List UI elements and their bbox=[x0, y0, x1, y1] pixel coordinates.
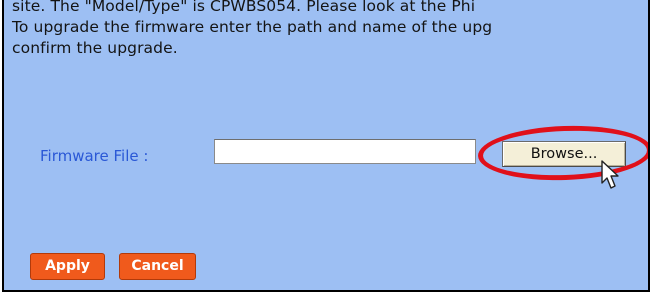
instructions-line: To upgrade the firmware enter the path a… bbox=[12, 18, 493, 36]
highlight-circle bbox=[477, 122, 648, 184]
firmware-upgrade-panel: site. The "Model/Type" is CPWBS054. Plea… bbox=[2, 0, 650, 292]
instructions-text: site. The "Model/Type" is CPWBS054. Plea… bbox=[12, 0, 648, 59]
apply-button[interactable]: Apply bbox=[30, 253, 105, 280]
instructions-line: site. The "Model/Type" is CPWBS054. Plea… bbox=[12, 0, 476, 15]
cancel-button[interactable]: Cancel bbox=[119, 253, 196, 280]
firmware-file-input[interactable] bbox=[214, 139, 476, 164]
firmware-file-label: Firmware File : bbox=[40, 147, 149, 165]
instructions-line: confirm the upgrade. bbox=[12, 39, 178, 57]
mouse-pointer-icon bbox=[601, 160, 619, 189]
